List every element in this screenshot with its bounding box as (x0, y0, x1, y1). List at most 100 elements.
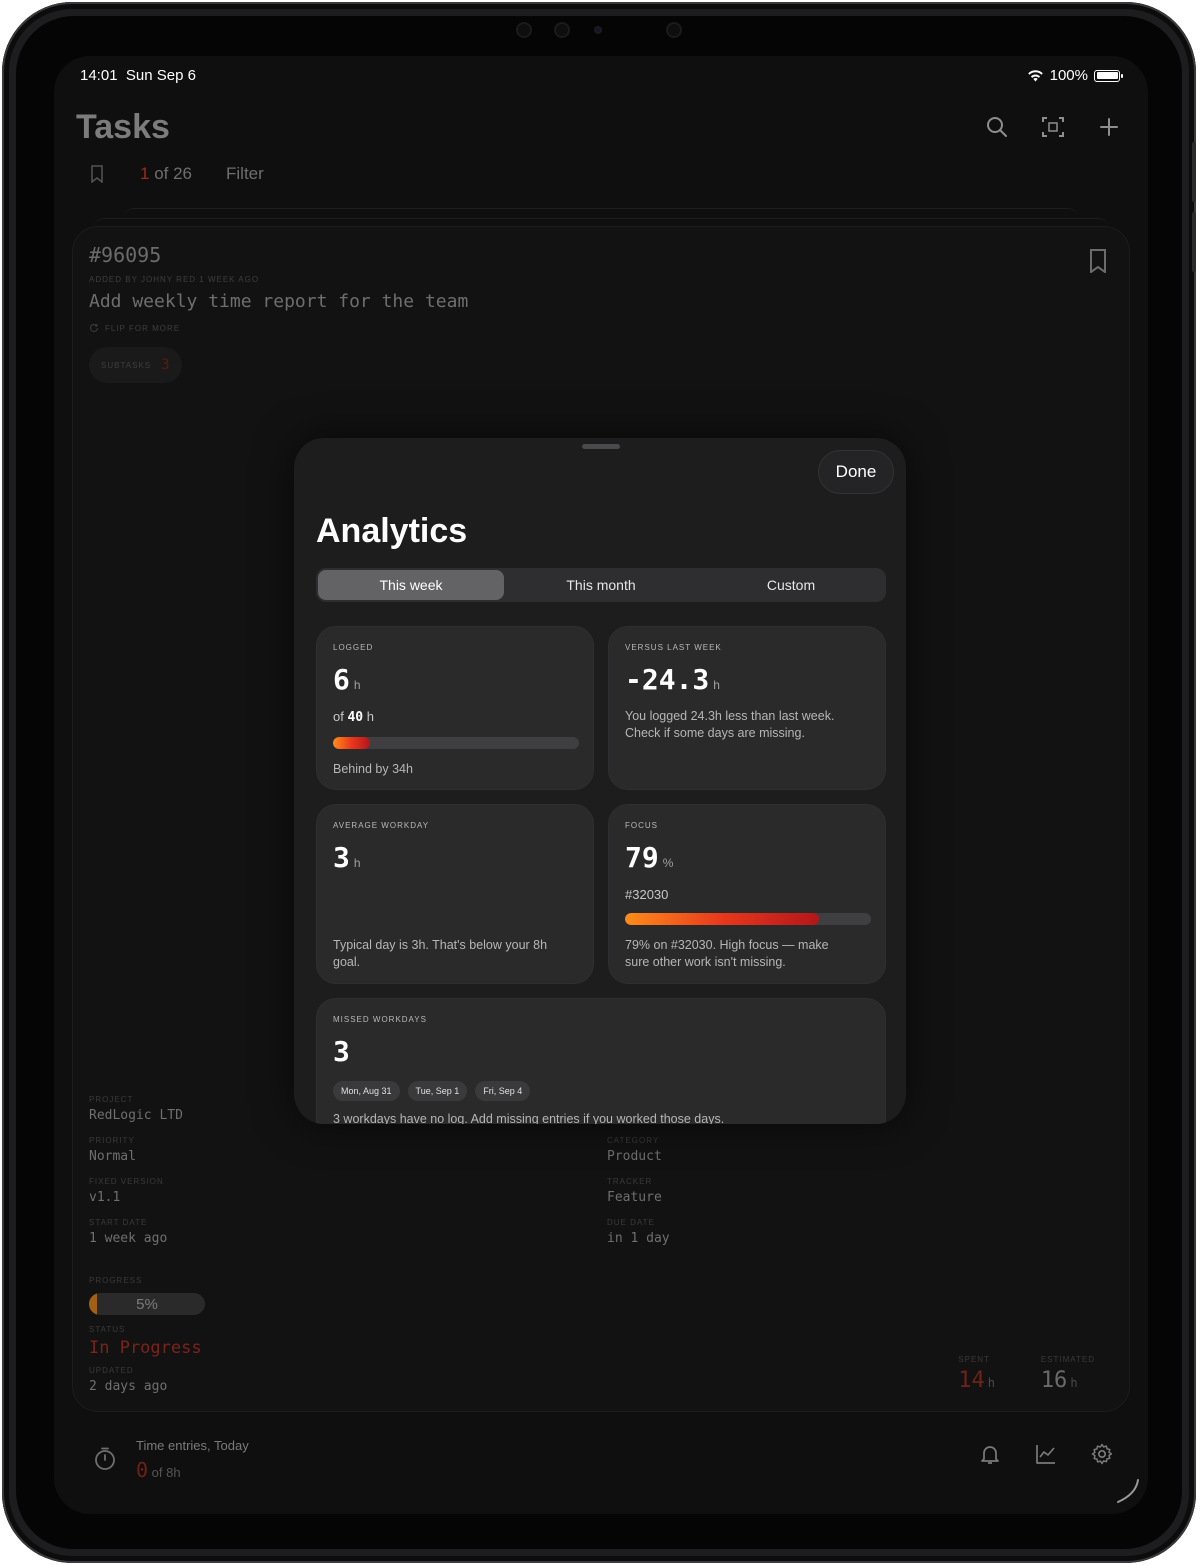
field-label: PROJECT (89, 1095, 134, 1104)
filter-button[interactable]: Filter (226, 164, 264, 184)
status-value[interactable]: In Progress (89, 1338, 202, 1358)
tab-custom[interactable]: Custom (698, 570, 884, 600)
focus-value: 79% (625, 841, 673, 874)
volume-button (1192, 142, 1196, 202)
tile-unit: h (353, 678, 361, 692)
estimated-label: ESTIMATED (1040, 1355, 1095, 1364)
tile-unit: h (713, 678, 720, 692)
logged-progress-bar (333, 737, 579, 749)
versus-tile: VERSUS LAST WEEK -24.3 h You logged 24.3h… (608, 626, 886, 790)
field-label: PRIORITY (89, 1136, 135, 1145)
field-due-date: DUE DATE in 1 day (607, 1218, 670, 1246)
task-counter-total: of 26 (149, 164, 193, 183)
progress-value: 5% (136, 1296, 158, 1313)
period-segmented-control: This week This month Custom (316, 568, 886, 602)
subtasks-count: 3 (161, 357, 170, 373)
tab-this-month[interactable]: This month (508, 570, 694, 600)
spent-value: 14 (958, 1368, 985, 1393)
focus-task-id[interactable]: #32030 (625, 887, 668, 902)
add-icon[interactable] (1096, 114, 1122, 140)
scan-icon[interactable] (1040, 114, 1066, 140)
field-progress: PROGRESS (89, 1276, 142, 1285)
time-entries-summary: 0 of 8h (136, 1458, 181, 1482)
goal-prefix: of (333, 709, 344, 724)
average-value: 3h (333, 841, 361, 874)
battery-percent: 100% (1049, 67, 1088, 84)
missed-value: 3 (333, 1035, 350, 1068)
versus-value: -24.3 h (625, 663, 720, 696)
field-priority: PRIORITY Normal (89, 1136, 136, 1164)
chart-icon[interactable] (1034, 1442, 1058, 1466)
time-entries-title[interactable]: Time entries, Today (136, 1438, 249, 1453)
bookmark-icon[interactable] (90, 165, 104, 183)
gear-icon[interactable] (1090, 1442, 1114, 1466)
progress-pill[interactable]: 5% (89, 1293, 205, 1315)
spent-unit: h (987, 1376, 995, 1390)
missed-days: Mon, Aug 31 Tue, Sep 1 Fri, Sep 4 (333, 1081, 531, 1101)
goal-value: 40 (347, 710, 364, 725)
missed-day-chip[interactable]: Tue, Sep 1 (407, 1081, 468, 1101)
tile-label: MISSED WORKDAYS (333, 1015, 427, 1024)
field-label: PROGRESS (89, 1276, 143, 1285)
search-icon[interactable] (984, 114, 1010, 140)
spent-label: SPENT (958, 1355, 990, 1364)
subtasks-badge[interactable]: SUBTASKS 3 (89, 347, 182, 383)
focus-note: 79% on #32030. High focus — make sure ot… (625, 938, 829, 969)
done-button[interactable]: Done (818, 450, 894, 494)
field-label: UPDATED (89, 1366, 134, 1375)
task-title: Add weekly time report for the team (89, 291, 469, 312)
field-label: TRACKER (607, 1177, 653, 1186)
estimated-block: ESTIMATED 16 h (1041, 1355, 1095, 1393)
status-time: 14:01 (80, 67, 118, 84)
spent-block: SPENT 14 h (958, 1355, 995, 1393)
field-label: STATUS (89, 1325, 126, 1334)
battery-icon (1094, 69, 1123, 82)
field-value: Normal (89, 1149, 136, 1164)
tile-value: 3 (333, 841, 350, 874)
tile-unit: h (353, 856, 361, 870)
timer-icon[interactable] (92, 1446, 118, 1472)
task-subheader: 1 of 26 Filter (90, 164, 264, 184)
field-label: START DATE (89, 1218, 148, 1227)
missed-day-chip[interactable]: Fri, Sep 4 (475, 1081, 531, 1101)
field-tracker: TRACKER Feature (607, 1177, 662, 1205)
status-date: Sun Sep 6 (125, 67, 196, 84)
logged-value: 6h (333, 663, 361, 696)
sheet-title: Analytics (316, 512, 468, 550)
time-entries-goal: of 8h (151, 1465, 181, 1480)
focus-progress-bar (625, 913, 871, 925)
time-entries-value: 0 (136, 1458, 149, 1482)
field-label: CATEGORY (607, 1136, 660, 1145)
tile-label: FOCUS (625, 821, 658, 830)
tile-label: AVERAGE WORKDAY (333, 821, 430, 830)
header-actions (984, 114, 1122, 140)
wifi-icon (1027, 70, 1043, 82)
missed-day-chip[interactable]: Mon, Aug 31 (333, 1081, 400, 1101)
flip-hint[interactable]: FLIP FOR MORE (89, 323, 180, 333)
missed-workdays-tile: MISSED WORKDAYS 3 Mon, Aug 31 Tue, Sep 1… (316, 998, 886, 1124)
bookmark-icon[interactable] (1089, 249, 1107, 273)
tile-unit: % (662, 856, 674, 870)
tile-label: LOGGED (333, 643, 374, 652)
versus-note: You logged 24.3h less than last week. Ch… (625, 709, 835, 740)
logged-progress-fill (333, 737, 370, 749)
sensor-dot (516, 22, 532, 38)
field-category: CATEGORY Product (607, 1136, 662, 1164)
sensor-dot (666, 22, 682, 38)
bottom-bar: Time entries, Today 0 of 8h (54, 1414, 1148, 1514)
focus-progress-fill (625, 913, 820, 925)
sheet-grabber[interactable] (582, 444, 620, 449)
field-value: Feature (607, 1190, 662, 1205)
flip-hint-label: FLIP FOR MORE (105, 323, 181, 333)
subtasks-label: SUBTASKS (101, 360, 152, 370)
status-bar: 14:01 Sun Sep 6 100% (80, 67, 1123, 87)
tab-this-week[interactable]: This week (318, 570, 504, 600)
bell-icon[interactable] (978, 1442, 1002, 1466)
ipad-frame: 14:01 Sun Sep 6 100% Tasks 1 of 26 Filte… (2, 2, 1196, 1563)
missed-note: 3 workdays have no log. Add missing entr… (333, 1112, 725, 1124)
field-value: v1.1 (89, 1190, 121, 1205)
tile-value: -24.3 (625, 663, 710, 696)
estimated-value: 16 (1040, 1368, 1068, 1393)
sensor-dot (554, 22, 570, 38)
task-counter: 1 of 26 (140, 164, 192, 184)
